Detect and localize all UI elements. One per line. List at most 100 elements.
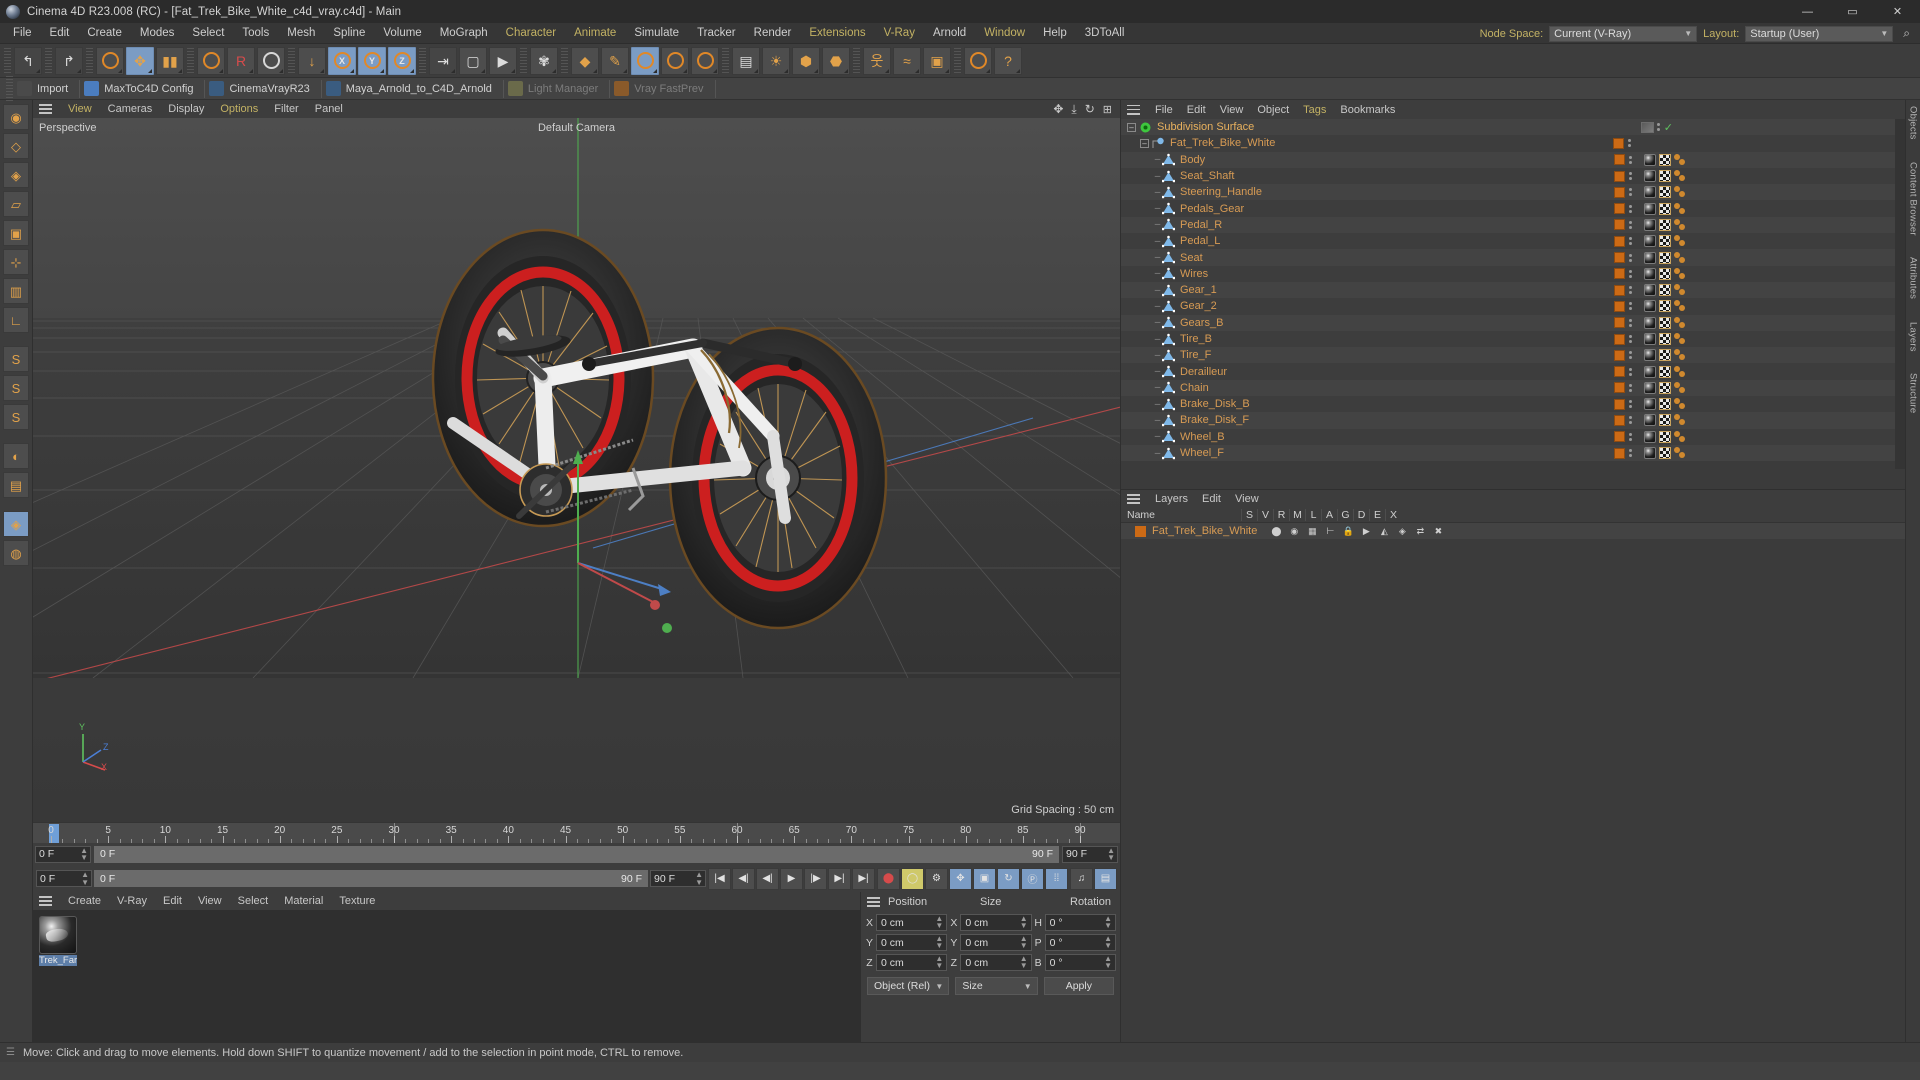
visibility-dots-icon[interactable] [1628,351,1632,360]
toolbar-grip[interactable] [419,47,426,74]
toolbar-grip[interactable] [561,47,568,74]
next-frame-button[interactable]: |▶ [804,867,827,890]
selection-tag-icon[interactable] [1674,333,1687,345]
uvw-tag-icon[interactable] [1659,218,1671,231]
visibility-icon[interactable]: ◉ [1287,526,1301,537]
node-space-select[interactable]: Current (V-Ray) ▼ [1549,25,1698,42]
layer-color-tag-icon[interactable] [1614,300,1625,312]
uvw-tag-icon[interactable] [1659,381,1671,394]
spline-pen-icon[interactable]: ✎ [601,46,629,75]
viewport-menu-panel[interactable]: Panel [307,103,351,115]
layer-color-tag-icon[interactable] [1614,414,1625,426]
selection-tag-icon[interactable] [1674,153,1687,166]
material-hamburger-icon[interactable] [39,896,52,906]
visibility-dots-icon[interactable] [1628,318,1632,327]
point-level-anim-button[interactable]: ⁞⁞ [1045,867,1068,890]
visibility-dots-icon[interactable] [1628,172,1632,181]
selection-tag-icon[interactable] [1674,447,1687,459]
expression-icon[interactable]: ⇄ [1413,526,1427,537]
layer-color-tag-icon[interactable] [1614,349,1625,361]
material-tag-icon[interactable] [1644,398,1656,411]
render-view-icon[interactable]: ▢ [459,46,487,75]
object-menu-bookmarks[interactable]: Bookmarks [1333,104,1402,116]
primitive-cube-icon[interactable]: ◆ [571,46,599,75]
toolbar-grip[interactable] [187,47,194,74]
enable-axis-icon[interactable]: S [3,346,29,372]
position-x-field[interactable]: 0 cm ▲ ▼ [876,914,948,931]
material-list[interactable]: Trek_Farl [33,910,860,1042]
menu-character[interactable]: Character [497,25,566,41]
next-key-button[interactable]: ▶| [828,867,851,890]
menu-extensions[interactable]: Extensions [800,25,874,41]
play-button[interactable]: ▶ [780,867,803,890]
material-tag-icon[interactable] [1644,333,1656,345]
visibility-dots-icon[interactable] [1628,220,1632,229]
spinner-icon[interactable]: ▲ ▼ [935,934,943,950]
uvw-tag-icon[interactable] [1659,186,1671,199]
motion-tracker-icon[interactable] [964,46,992,75]
undo-icon[interactable]: ↰ [14,46,42,75]
expand-collapse-icon[interactable]: – [1140,138,1149,148]
enabled-check-icon[interactable]: ✓ [1664,121,1673,134]
material-tag-icon[interactable] [1644,365,1656,378]
layers-column-r[interactable]: R [1273,509,1289,521]
layer-color-swatch[interactable] [1135,525,1146,537]
object-manager-scrollbar[interactable] [1895,119,1905,469]
scale-key-button[interactable]: ▣ [973,867,996,890]
viewport-solo-icon[interactable]: ◐ [3,443,29,469]
generator-icon[interactable]: ◭ [1377,526,1391,537]
uvw-tag-icon[interactable] [1659,430,1671,443]
character-icon[interactable]: 웃 [863,46,891,75]
menu-simulate[interactable]: Simulate [625,25,688,41]
size-mode-select[interactable]: Size ▼ [955,977,1038,995]
spinner-icon[interactable]: ▲ ▼ [80,846,88,861]
maximize-viewport-icon[interactable]: ⊞ [1103,103,1112,116]
layers-column-m[interactable]: M [1289,509,1305,521]
range-end-field[interactable]: 90 F ▲ ▼ [650,870,706,887]
material-menu-edit[interactable]: Edit [155,895,190,907]
menu-modes[interactable]: Modes [131,25,184,41]
object-row-wheel-f[interactable]: – Wheel_F [1121,444,1905,462]
menu-create[interactable]: Create [78,25,131,41]
object-manager-list[interactable]: – Subdivision Surface ✓ – Fat_Trek_Bike_Whit… [1121,119,1905,469]
help-icon[interactable]: ? [994,46,1022,75]
selection-tag-icon[interactable] [1674,316,1687,329]
object-manager-hamburger-icon[interactable] [1127,104,1140,115]
size-x-field[interactable]: 0 cm ▲ ▼ [960,914,1032,931]
layers-hamburger-icon[interactable] [1127,494,1140,504]
object-menu-edit[interactable]: Edit [1180,104,1213,116]
menu-v-ray[interactable]: V-Ray [875,25,924,41]
render-picture-viewer-icon[interactable]: ▶ [489,46,517,75]
position-key-button[interactable]: ✥ [949,867,972,890]
spinner-icon[interactable]: ▲ ▼ [695,871,703,886]
previous-key-button[interactable]: ◀| [732,867,755,890]
plugin-import[interactable]: Import [15,79,77,99]
material-item[interactable]: Trek_Farl [39,916,77,966]
plugin-maya-arnold-to-c4d-arnold[interactable]: Maya_Arnold_to_C4D_Arnold [324,79,501,99]
plugin-cinemavrayr23[interactable]: CinemaVrayR23 [207,79,318,99]
world-object-coord-icon[interactable]: ⇥ [429,46,457,75]
field-icon[interactable]: ⬣ [822,46,850,75]
layers-menu-layers[interactable]: Layers [1148,493,1195,505]
sound-icon[interactable]: ♫ [1070,867,1093,890]
live-selection-mode-icon[interactable]: ◉ [3,104,29,130]
object-row-chain[interactable]: – Chain [1121,379,1905,397]
material-tag-icon[interactable] [1644,153,1656,166]
environment-icon[interactable] [691,46,719,75]
toolbar-grip[interactable] [288,47,295,74]
layer-color-tag-icon[interactable] [1614,398,1625,410]
expand-collapse-icon[interactable]: – [1127,122,1136,132]
material-tag-icon[interactable] [1644,267,1656,280]
layers-column-name[interactable]: Name [1121,509,1241,521]
selection-tag-icon[interactable] [1674,267,1687,280]
material-menu-create[interactable]: Create [60,895,109,907]
autokeying-button[interactable]: ◯ [901,867,924,890]
toolbar-grip[interactable] [954,47,961,74]
material-tag-icon[interactable] [1644,170,1656,183]
coordinates-hamburger-icon[interactable] [867,897,880,907]
material-tag-icon[interactable] [1644,251,1656,264]
toolbar-grip[interactable] [520,47,527,74]
pan-icon[interactable]: ✥ [1053,102,1063,116]
viewport-menu-filter[interactable]: Filter [266,103,306,115]
vertical-tab-layers[interactable]: Layers [1908,322,1919,352]
